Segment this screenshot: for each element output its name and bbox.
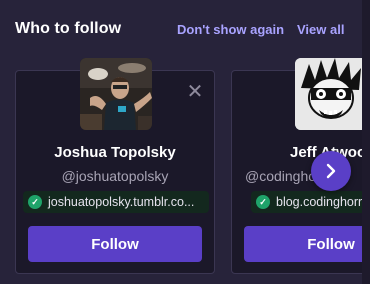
website-link[interactable]: ✓ blog.codinghorror [251, 191, 363, 213]
close-icon: ✕ [186, 81, 204, 103]
scrollbar[interactable] [362, 0, 370, 284]
who-to-follow-panel: Who to follow Don't show again View all [0, 0, 363, 284]
avatar[interactable] [295, 58, 362, 130]
verified-check-icon: ✓ [28, 195, 42, 209]
avatar-photo [80, 58, 152, 130]
follow-button[interactable]: Follow [28, 226, 202, 262]
user-handle: @joshuatopolsky [61, 168, 169, 184]
avatar[interactable] [80, 58, 152, 130]
website-url: joshuatopolsky.tumblr.co... [48, 195, 195, 209]
view-all-link[interactable]: View all [297, 22, 344, 37]
next-button[interactable] [311, 151, 351, 191]
panel-header: Who to follow Don't show again View all [0, 0, 362, 60]
panel-title: Who to follow [15, 20, 122, 37]
verified-check-icon: ✓ [256, 195, 270, 209]
suggestion-card: ✕ Joshua Topolsky @joshuatopolsky ✓ josh… [15, 58, 215, 274]
avatar-illustration [295, 58, 362, 130]
dont-show-again-link[interactable]: Don't show again [177, 22, 284, 37]
user-name: Joshua Topolsky [54, 144, 176, 161]
dismiss-button[interactable]: ✕ [186, 81, 204, 103]
website-link[interactable]: ✓ joshuatopolsky.tumblr.co... [23, 191, 209, 213]
follow-button[interactable]: Follow [244, 226, 362, 262]
chevron-right-icon [326, 163, 336, 179]
website-url: blog.codinghorror [276, 195, 363, 209]
